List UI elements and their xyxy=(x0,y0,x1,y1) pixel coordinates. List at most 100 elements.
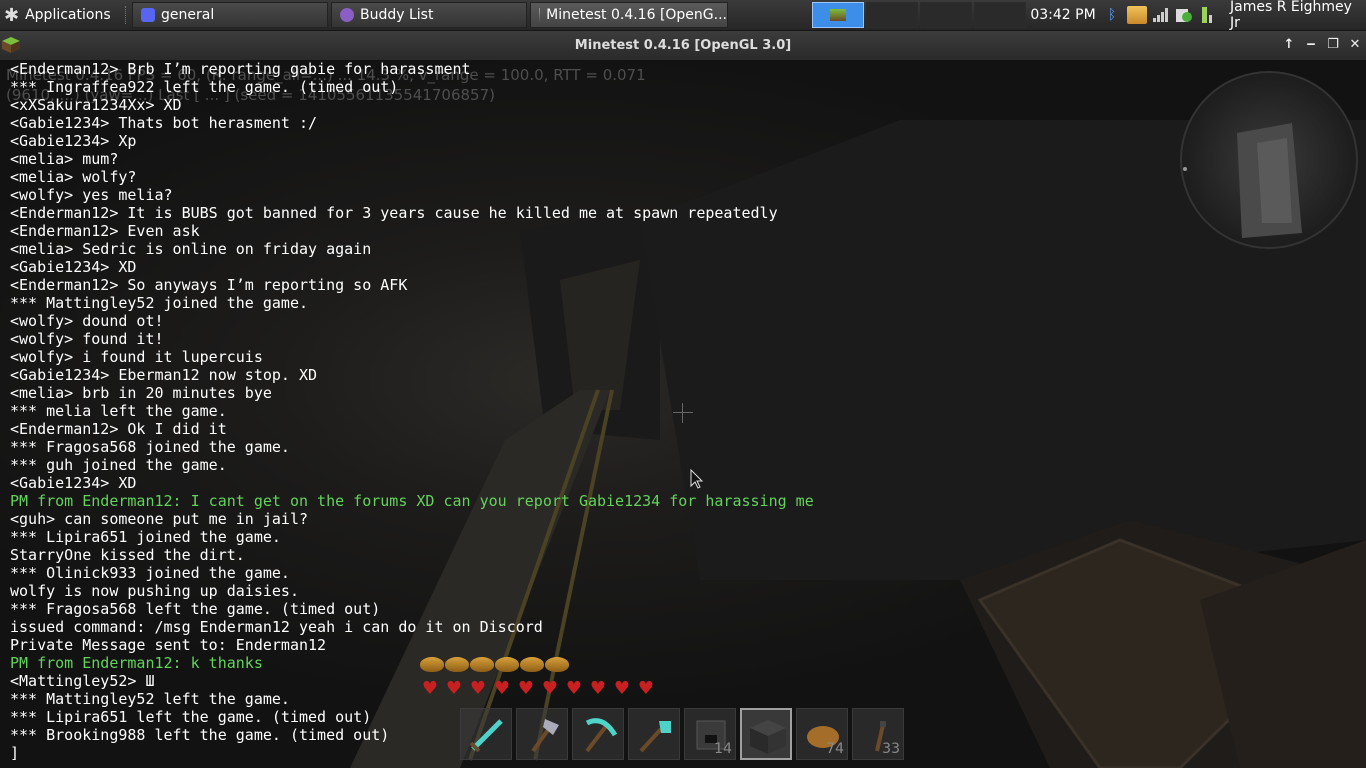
chat-line: *** Lipira651 joined the game. xyxy=(10,528,281,546)
chat-line: <wolfy> dound ot! xyxy=(10,312,164,330)
taskbar: ✱ Applications general Buddy List Minete… xyxy=(0,0,1366,31)
pidgin-icon xyxy=(340,8,354,22)
hunger-bar xyxy=(420,657,569,672)
chat-line: <Enderman12> Ok I did it xyxy=(10,420,227,438)
chat-line: <Gabie1234> Thats bot herasment :/ xyxy=(10,114,318,132)
minimap xyxy=(1180,71,1358,249)
heart-icon: ♥ xyxy=(589,678,607,699)
applications-label: Applications xyxy=(25,7,111,23)
chat-line: *** guh joined the game. xyxy=(10,456,227,474)
game-viewport[interactable]: Minetest 0.4.16 FPS = 60, (R: range_all=… xyxy=(0,60,1366,768)
hunger-icon xyxy=(520,657,544,672)
close-icon[interactable]: ✕ xyxy=(1347,37,1363,53)
chest-block-icon xyxy=(750,720,786,754)
item-count: 33 xyxy=(882,741,900,757)
chat-line: <xXSakura1234Xx> XD xyxy=(10,96,182,114)
task-label: Minetest 0.4.16 [OpenG... xyxy=(546,7,727,23)
chat-line: Private Message sent to: Enderman12 xyxy=(10,636,327,654)
chat-line: <Gabie1234> XD xyxy=(10,474,137,492)
heart-icon: ♥ xyxy=(613,678,631,699)
hunger-icon xyxy=(545,657,569,672)
window-titlebar: Minetest 0.4.16 [OpenGL 3.0] ↑ ‒ ❐ ✕ xyxy=(0,31,1366,60)
chat-private-message: PM from Enderman12: I cant get on the fo… xyxy=(10,492,814,510)
update-notifier-icon[interactable] xyxy=(1175,5,1193,25)
chat-line: <melia> Sedric is online on friday again xyxy=(10,240,372,258)
heart-icon: ♥ xyxy=(493,678,511,699)
steel-axe-icon xyxy=(531,719,559,753)
item-count: 74 xyxy=(826,741,844,757)
hotbar-slot[interactable] xyxy=(460,708,512,760)
minetest-icon xyxy=(830,9,846,21)
hotbar[interactable]: 14 74 33 xyxy=(460,708,908,760)
hunger-icon xyxy=(445,657,469,672)
hunger-icon xyxy=(495,657,519,672)
workspace-2[interactable] xyxy=(866,2,918,28)
chat-line: *** melia left the game. xyxy=(10,402,227,420)
chat-line: *** Fragosa568 left the game. (timed out… xyxy=(10,600,381,618)
clock[interactable]: 03:42 PM xyxy=(1030,2,1096,28)
hotbar-slot[interactable] xyxy=(740,708,792,760)
chat-line: <Gabie1234> Eberman12 now stop. XD xyxy=(10,366,318,384)
heart-icon: ♥ xyxy=(445,678,463,699)
hunger-icon xyxy=(470,657,494,672)
chat-line: <Gabie1234> Xp xyxy=(10,132,137,150)
power-icon[interactable] xyxy=(1199,5,1217,25)
minetest-icon xyxy=(539,8,541,22)
chat-line: *** Mattingley52 joined the game. xyxy=(10,294,309,312)
chat-line: <melia> brb in 20 minutes bye xyxy=(10,384,272,402)
maximize-icon[interactable]: ❐ xyxy=(1325,37,1341,53)
taskbar-separator xyxy=(125,6,128,24)
applications-menu-icon: ✱ xyxy=(4,4,20,26)
user-menu[interactable]: James R Eighmey Jr xyxy=(1230,0,1364,31)
diamond-sword-icon xyxy=(469,719,503,753)
task-label: general xyxy=(161,7,215,23)
chat-line: <melia> mum? xyxy=(10,150,119,168)
item-count: 14 xyxy=(714,741,732,757)
applications-menu-button[interactable]: ✱ Applications xyxy=(4,2,122,28)
heart-icon: ♥ xyxy=(421,678,439,699)
chat-line: <wolfy> yes melia? xyxy=(10,186,173,204)
chat-line: wolfy is now pushing up daisies. xyxy=(10,582,299,600)
network-signal-icon[interactable] xyxy=(1151,5,1169,25)
chat-line: *** Olinick933 joined the game. xyxy=(10,564,290,582)
task-button-minetest[interactable]: Minetest 0.4.16 [OpenG... xyxy=(530,2,728,28)
heart-icon: ♥ xyxy=(517,678,535,699)
hotbar-slot[interactable]: 74 xyxy=(796,708,848,760)
chat-line: StarryOne kissed the dirt. xyxy=(10,546,245,564)
heart-icon: ♥ xyxy=(565,678,583,699)
chat-line: <wolfy> found it! xyxy=(10,330,164,348)
chat-line: issued command: /msg Enderman12 yeah i c… xyxy=(10,618,543,636)
hotbar-slot[interactable]: 14 xyxy=(684,708,736,760)
diamond-shovel-icon xyxy=(639,721,671,753)
discord-icon xyxy=(141,8,155,22)
workspace-4[interactable] xyxy=(974,2,1026,28)
chat-line: *** Ingraffea922 left the game. (timed o… xyxy=(10,78,399,96)
hotbar-slot[interactable] xyxy=(572,708,624,760)
hotbar-slot[interactable] xyxy=(516,708,568,760)
minimize-icon[interactable]: ‒ xyxy=(1303,37,1319,53)
hotbar-slot[interactable] xyxy=(628,708,680,760)
chat-line: <Enderman12> So anyways I’m reporting so… xyxy=(10,276,408,294)
package-updater-icon[interactable] xyxy=(1127,6,1147,24)
chat-line: <Enderman12> It is BUBS got banned for 3… xyxy=(10,204,778,222)
mouse-pointer-icon xyxy=(690,469,704,489)
task-button-buddy-list[interactable]: Buddy List xyxy=(331,2,527,28)
bluetooth-icon[interactable]: ᛒ xyxy=(1103,5,1121,25)
chat-line: <Enderman12> Brb I’m reporting gabie for… xyxy=(10,60,471,78)
chat-line: <Enderman12> Even ask xyxy=(10,222,200,240)
heart-icon: ♥ xyxy=(637,678,655,699)
heart-icon: ♥ xyxy=(469,678,487,699)
keep-above-icon[interactable]: ↑ xyxy=(1281,37,1297,53)
chat-line: <wolfy> i found it lupercuis xyxy=(10,348,263,366)
workspace-1[interactable] xyxy=(812,2,864,28)
hotbar-slot[interactable]: 33 xyxy=(852,708,904,760)
health-bar: ♥ ♥ ♥ ♥ ♥ ♥ ♥ ♥ ♥ ♥ xyxy=(420,680,656,698)
task-button-general[interactable]: general xyxy=(132,2,328,28)
chat-line: <guh> can someone put me in jail? xyxy=(10,510,309,528)
task-label: Buddy List xyxy=(360,7,434,23)
hunger-icon xyxy=(420,657,444,672)
chat-line: *** Fragosa568 joined the game. xyxy=(10,438,290,456)
chat-line: <Gabie1234> XD xyxy=(10,258,137,276)
workspace-3[interactable] xyxy=(920,2,972,28)
heart-icon: ♥ xyxy=(541,678,559,699)
